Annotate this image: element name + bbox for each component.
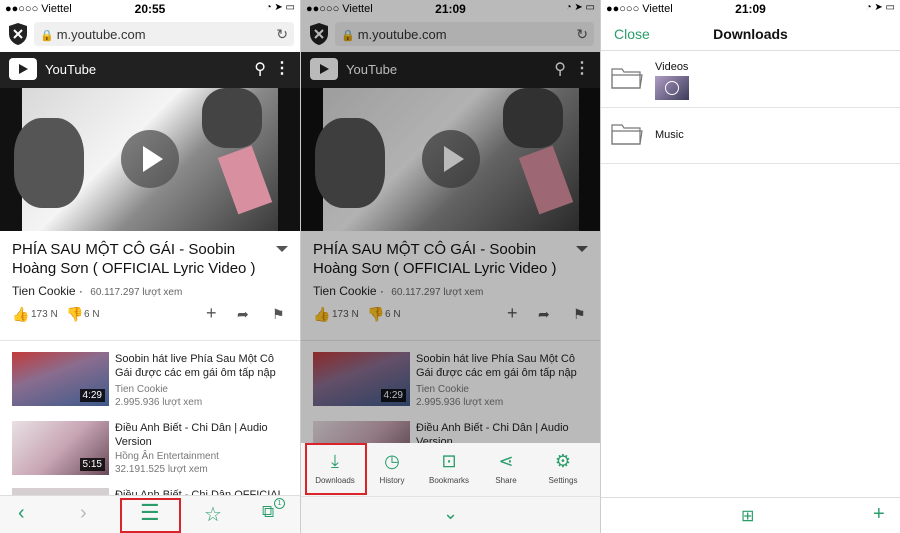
history-icon: ◷ [384,451,400,471]
like-icon[interactable]: 👍 [12,306,29,323]
star-icon[interactable]: ☆ [204,502,222,527]
highlight-box [305,443,367,495]
duration-badge: 4:29 [79,389,105,402]
video-title: PHÍA SAU MỘT CÔ GÁI - Soobin Hoàng Sơn (… [12,241,256,277]
tab-count-badge: 1 [274,498,285,509]
tabs-icon[interactable]: ⧉ [262,502,274,522]
status-bar: ●●○○○ Viettel 20:55 ◔ ➤ ▭ [0,0,300,18]
clock: 21:09 [735,2,766,16]
page-title: Downloads [713,26,788,42]
url-bar: 🔒 m.youtube.com ↻ [0,20,300,48]
related-item[interactable]: 4:29 Soobin hát live Phía Sau Một Cô Gái… [12,352,290,410]
address-field[interactable]: 🔒 m.youtube.com ↻ [34,22,294,46]
related-views: 32.191.525 lượt xem [115,464,208,475]
channel-name[interactable]: Tien Cookie [12,284,76,298]
add-icon[interactable]: + [873,503,885,526]
shield-icon[interactable] [7,22,29,46]
collapse-menu-chevron-icon[interactable]: ⌄ [301,496,600,533]
video-player[interactable] [0,88,300,231]
like-count: 173 N [31,309,58,320]
related-title: Soobin hát live Phía Sau Một Cô Gái được… [115,353,276,379]
menu-bookmarks[interactable]: ⊡ Bookmarks [420,451,478,485]
youtube-logo-icon[interactable] [9,58,37,80]
folder-icon [611,68,643,89]
status-bar: ●●○○○ Viettel 21:09 ◔ ➤ ▭ [601,0,900,18]
expand-icon[interactable] [276,246,288,252]
folder-icon [611,124,643,145]
gear-icon: ⚙ [554,451,572,471]
related-channel: Hồng Ân Entertainment [115,451,219,462]
share-icon: ⋖ [498,451,514,471]
view-count: 60.117.297 lượt xem [90,287,183,298]
share-icon[interactable]: ➦ [237,306,249,323]
play-icon[interactable] [121,130,179,188]
video-actions: 👍 173 N 👎 6 N + ➦ ⚑ [12,303,288,326]
menu-label: Share [495,476,517,485]
downloads-header: Close Downloads [601,18,900,51]
menu-label: History [379,476,405,485]
folder-music[interactable]: Music [601,108,900,164]
browser-panel-2: ●●○○○ Viettel 21:09 ◔ ➤ ▭ 🔒 m.youtube.com… [300,0,600,533]
video-info: PHÍA SAU MỘT CÔ GÁI - Soobin Hoàng Sơn (… [12,240,290,298]
url-text: m.youtube.com [56,27,146,42]
flag-icon[interactable]: ⚑ [272,306,285,323]
lock-icon: 🔒 [40,30,54,42]
dislike-icon[interactable]: 👎 [66,306,83,323]
video-thumbnail [655,76,689,100]
downloads-panel: ●●○○○ Viettel 21:09 ◔ ➤ ▭ Close Download… [600,0,900,533]
folder-videos[interactable]: Videos [601,52,900,108]
new-folder-icon[interactable]: ⊞ [741,506,754,526]
menu-settings[interactable]: ⚙ Settings [534,451,592,485]
related-item[interactable]: 5:15 Điều Anh Biết - Chi Dân | Audio Ver… [12,421,290,479]
folder-name: Videos [655,61,689,73]
downloads-toolbar: ⊞ + [601,497,900,533]
menu-label: Settings [548,476,578,485]
menu-history[interactable]: ◷ History [363,451,421,485]
battery-icon: ◔ ➤ ▭ [865,2,895,13]
clock: 20:55 [134,2,166,16]
add-icon[interactable]: + [206,303,217,324]
site-name: YouTube [45,62,97,77]
folder-name: Music [655,129,684,141]
related-thumbnail: 4:29 [12,352,109,406]
back-icon[interactable]: ‹ [18,502,25,525]
highlight-box [120,498,181,533]
related-channel: Tien Cookie [115,384,168,395]
youtube-header: YouTube ⚲ ⋮ [0,52,300,88]
menu-label: Bookmarks [428,476,469,485]
reload-icon[interactable]: ↻ [276,26,288,43]
browser-panel-1: ●●○○○ Viettel 20:55 ◔ ➤ ▭ 🔒 m.youtube.com… [0,0,300,533]
bookmark-icon: ⊡ [441,451,457,471]
more-icon[interactable]: ⋮ [274,58,290,78]
forward-icon[interactable]: › [80,502,87,525]
channel-line: Tien Cookie · 60.117.297 lượt xem [12,284,183,298]
menu-share[interactable]: ⋖ Share [477,451,535,485]
related-views: 2.995.936 lượt xem [115,397,203,408]
dislike-count: 6 N [84,309,100,320]
related-title: Điều Anh Biết - Chi Dân | Audio Version [115,422,268,448]
related-thumbnail: 5:15 [12,421,109,475]
duration-badge: 5:15 [79,458,105,471]
battery-icon: ◔ ➤ ▭ [265,2,295,13]
search-icon[interactable]: ⚲ [254,59,266,79]
